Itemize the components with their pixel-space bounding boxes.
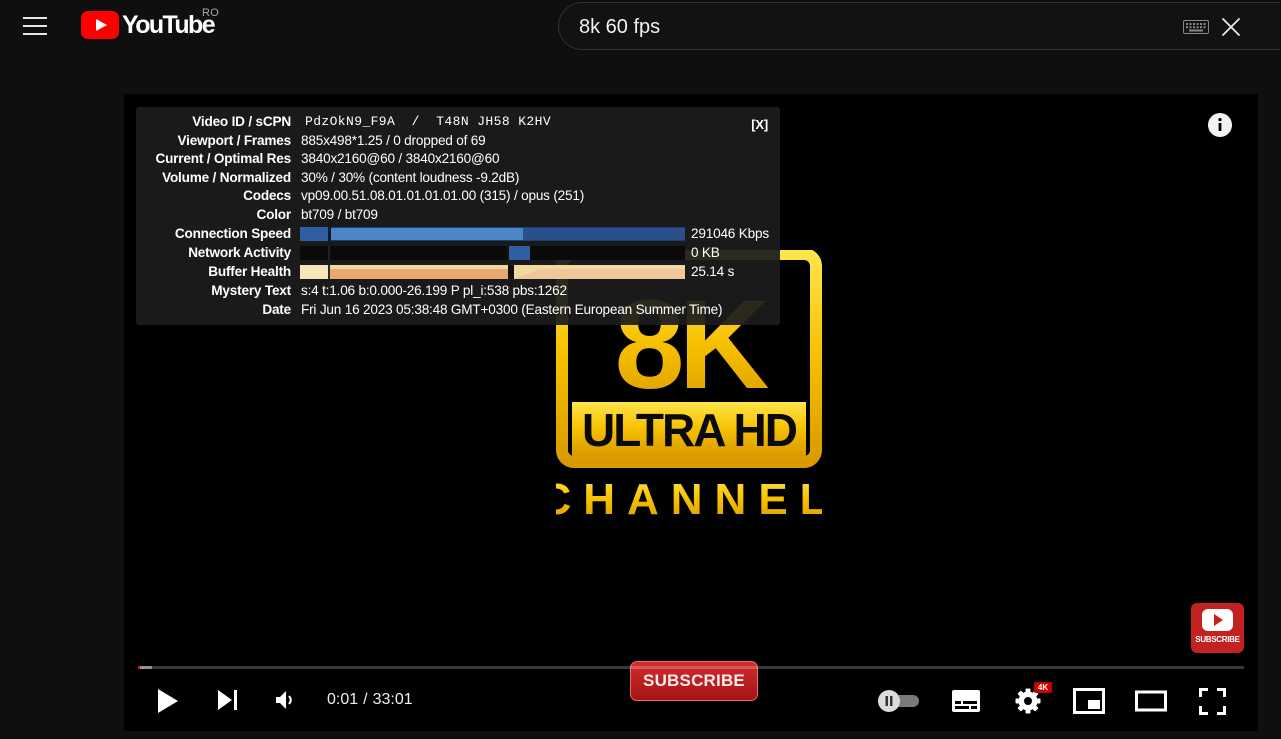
subscribe-watermark[interactable]: SUBSCRIBE xyxy=(1191,603,1244,653)
stats-label: Volume / Normalized xyxy=(162,170,291,185)
current-time: 0:01 xyxy=(327,691,359,708)
youtube-page: YouTube RO 8k 60 fps 8K ULTRA HD HANNEL … xyxy=(0,0,1281,739)
stats-label: Codecs xyxy=(243,188,291,203)
stats-value: vp09.00.51.08.01.01.01.01.00 (315) / opu… xyxy=(301,188,585,203)
stats-label: Current / Optimal Res xyxy=(155,151,291,166)
stats-row-buffer-health: Buffer Health 25.14 s xyxy=(136,263,780,282)
stats-value: bt709 / bt709 xyxy=(301,207,378,222)
art-ultra-hd-text: ULTRA HD xyxy=(582,404,797,456)
network-activity-graph xyxy=(300,246,685,260)
stats-row-viewport: Viewport / Frames 885x498*1.25 / 0 dropp… xyxy=(136,132,780,151)
region-code: RO xyxy=(202,7,220,19)
stats-value: Fri Jun 16 2023 05:38:48 GMT+0300 (Easte… xyxy=(301,302,723,317)
subtitles-icon[interactable] xyxy=(952,690,980,712)
stats-row-color: Color bt709 / bt709 xyxy=(136,206,780,225)
stats-label: Buffer Health xyxy=(208,264,291,279)
watermark-label: SUBSCRIBE xyxy=(1195,635,1240,644)
search-input[interactable] xyxy=(579,14,1139,40)
stats-label: Viewport / Frames xyxy=(177,133,292,148)
progress-bar[interactable] xyxy=(138,666,1244,669)
stats-value: 3840x2160@60 / 3840x2160@60 xyxy=(301,151,500,166)
stats-label: Date xyxy=(262,302,291,317)
youtube-watermark-icon xyxy=(1202,609,1233,631)
quality-badge: 4K xyxy=(1034,682,1052,693)
stats-label: Color xyxy=(256,207,292,222)
logo-text: YouTube xyxy=(122,11,216,39)
stats-row-mystery-text: Mystery Text s:4 t:1.06 b:0.000-26.199 P… xyxy=(136,282,780,301)
progress-played xyxy=(138,666,141,669)
buffer-health-graph xyxy=(300,265,685,279)
connection-speed-graph xyxy=(300,227,685,241)
theater-mode-icon[interactable] xyxy=(1135,690,1167,712)
youtube-play-logo-icon xyxy=(81,11,119,39)
stats-for-nerds-panel: [X] Video ID / sCPN PdzOkN9_F9A / T48N J… xyxy=(136,107,780,325)
subscribe-button-label: SUBSCRIBE xyxy=(643,671,745,690)
stats-label: Video ID / sCPN xyxy=(192,114,291,129)
keyboard-icon[interactable] xyxy=(1183,20,1209,34)
stats-row-codecs: Codecs vp09.00.51.08.01.01.01.01.00 (315… xyxy=(136,187,780,206)
info-icon[interactable] xyxy=(1208,113,1232,137)
next-icon[interactable] xyxy=(217,689,239,711)
stats-value: 0 KB xyxy=(691,245,720,260)
fullscreen-icon[interactable] xyxy=(1199,688,1226,715)
stats-row-network-activity: Network Activity 0 KB xyxy=(136,244,780,263)
stats-row-resolution: Current / Optimal Res 3840x2160@60 / 384… xyxy=(136,150,780,169)
time-separator: / xyxy=(363,691,368,708)
guide-menu-icon[interactable] xyxy=(15,12,55,40)
autoplay-toggle-icon[interactable] xyxy=(877,689,921,713)
clear-search-icon[interactable] xyxy=(1219,15,1243,39)
stats-label: Connection Speed xyxy=(174,226,291,241)
art-channel-text: CHANNEL xyxy=(556,475,822,520)
search-box[interactable] xyxy=(558,2,1280,50)
stats-value: 25.14 s xyxy=(691,264,735,279)
duration: 33:01 xyxy=(372,691,413,708)
stats-row-volume: Volume / Normalized 30% / 30% (content l… xyxy=(136,169,780,188)
stats-value: s:4 t:1.06 b:0.000-26.199 P pl_i:538 pbs… xyxy=(301,283,567,298)
stats-value: 291046 Kbps xyxy=(691,226,769,241)
stats-value: PdzOkN9_F9A / T48N JH58 K2HV xyxy=(305,114,552,129)
stats-value: 30% / 30% (content loudness -9.2dB) xyxy=(301,170,520,185)
stats-row-connection-speed: Connection Speed 291046 Kbps xyxy=(136,225,780,244)
volume-icon[interactable] xyxy=(275,690,297,710)
time-display: 0:01/33:01 xyxy=(327,691,413,709)
stats-value: 885x498*1.25 / 0 dropped of 69 xyxy=(301,133,486,148)
stats-label: Network Activity xyxy=(188,245,291,260)
video-player[interactable]: 8K ULTRA HD CHANNEL [X] Video ID / sCPN … xyxy=(124,94,1258,731)
stats-row-video-id: Video ID / sCPN PdzOkN9_F9A / T48N JH58 … xyxy=(136,113,780,132)
youtube-logo[interactable]: YouTube xyxy=(81,11,216,39)
stats-row-date: Date Fri Jun 16 2023 05:38:48 GMT+0300 (… xyxy=(136,301,780,320)
stats-label: Mystery Text xyxy=(211,283,291,298)
play-icon[interactable] xyxy=(156,688,180,714)
miniplayer-icon[interactable] xyxy=(1073,688,1105,714)
